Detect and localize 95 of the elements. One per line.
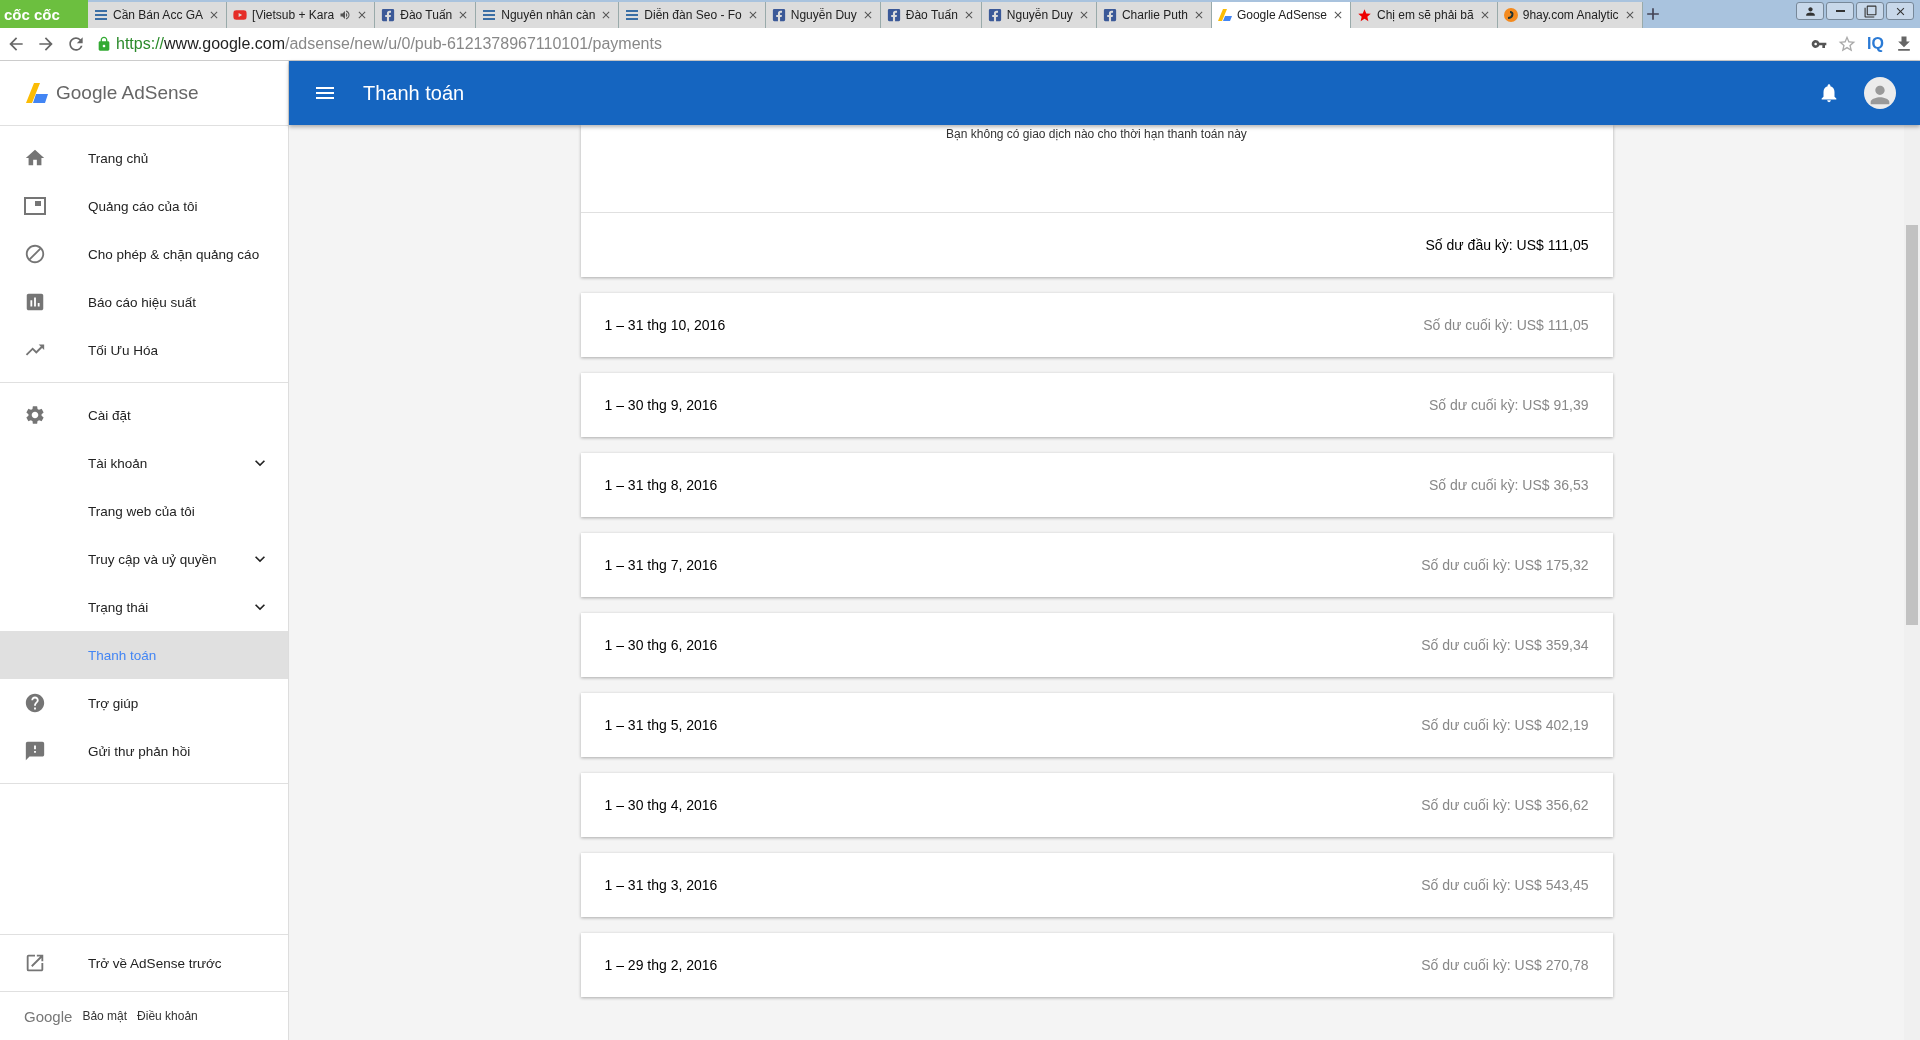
browser-tab[interactable]: Nguyễn Duy [765, 2, 881, 28]
adsense-logo-icon [26, 83, 48, 103]
closing-balance: Số dư cuối kỳ: US$ 543,45 [1421, 877, 1589, 893]
period-card[interactable]: 1 – 31 thg 8, 2016 Số dư cuối kỳ: US$ 36,53 [580, 453, 1613, 517]
footer-logo: Google [24, 1007, 73, 1025]
browser-tab[interactable]: Chị em sẽ phải bã [1351, 2, 1498, 28]
browser-tab[interactable]: Charlie Puth [1096, 2, 1212, 28]
lines-icon [94, 9, 108, 21]
browser-tab[interactable]: Cần Bán Acc GA [88, 2, 228, 28]
browser-tab[interactable]: 9hay.com Analytic [1497, 2, 1643, 28]
facebook-icon [381, 8, 396, 22]
star-icon [1357, 7, 1372, 23]
period-range: 1 – 31 thg 8, 2016 [604, 477, 718, 493]
nav-item[interactable]: Tài khoản [0, 439, 288, 487]
bar-chart-icon [24, 291, 46, 313]
feedback-icon [24, 740, 46, 762]
nav-item[interactable]: Trang chủ [0, 134, 288, 182]
lines-icon [482, 9, 497, 21]
browser-tab[interactable]: Nguyễn Duy [981, 2, 1097, 28]
block-icon [24, 243, 46, 265]
page-title: Thanh toán [363, 81, 466, 105]
browser-tab[interactable]: Google AdSense [1211, 2, 1351, 28]
browser-logo: cốc cốc [0, 0, 88, 28]
period-range: 1 – 30 thg 6, 2016 [604, 637, 718, 653]
period-card[interactable]: 1 – 31 thg 10, 2016 Số dư cuối kỳ: US$ 111,05 [580, 293, 1613, 357]
nav-item[interactable]: Trở về AdSense trước [0, 934, 288, 991]
closing-balance: Số dư cuối kỳ: US$ 91,39 [1428, 397, 1589, 413]
period-card[interactable]: 1 – 31 thg 3, 2016 Số dư cuối kỳ: US$ 543,45 [580, 853, 1613, 917]
period-card[interactable]: 1 – 30 thg 6, 2016 Số dư cuối kỳ: US$ 359,34 [580, 613, 1613, 677]
facebook-icon [1102, 8, 1117, 22]
nav-item[interactable]: Quảng cáo của tôi [0, 182, 288, 230]
period-range: 1 – 29 thg 2, 2016 [604, 957, 718, 973]
nav-item[interactable]: Truy cập và uỷ quyền [0, 535, 288, 583]
closing-balance: Số dư cuối kỳ: US$ 356,62 [1421, 797, 1589, 813]
swirl-icon [1503, 8, 1518, 22]
settings-icon [24, 404, 46, 426]
scrollbar[interactable] [1904, 125, 1920, 1040]
minimize-button[interactable] [1826, 2, 1854, 20]
browser-tab[interactable]: Đào Tuấn [880, 2, 982, 28]
period-card[interactable]: 1 – 29 thg 2, 2016 Số dư cuối kỳ: US$ 270,78 [580, 933, 1613, 997]
browser-tab[interactable]: Diễn đàn Seo - Fo [619, 2, 766, 28]
help-icon [24, 692, 46, 714]
period-range: 1 – 31 thg 7, 2016 [604, 557, 718, 573]
footer-link[interactable]: Điều khoản [137, 1009, 198, 1023]
browser-tab[interactable]: Nguyên nhân càn [476, 2, 620, 28]
closing-balance: Số dư cuối kỳ: US$ 36,53 [1428, 477, 1589, 493]
period-range: 1 – 30 thg 4, 2016 [604, 797, 718, 813]
period-card[interactable]: 1 – 30 thg 4, 2016 Số dư cuối kỳ: US$ 356,62 [580, 773, 1613, 837]
nav-item[interactable]: Báo cáo hiệu suất [0, 278, 288, 326]
closing-balance: Số dư cuối kỳ: US$ 359,34 [1421, 637, 1589, 653]
restore-button[interactable] [1856, 2, 1884, 20]
facebook-icon [886, 8, 901, 22]
minimize-icon [1835, 10, 1845, 12]
period-range: 1 – 31 thg 5, 2016 [604, 717, 718, 733]
period-card[interactable]: 1 – 31 thg 7, 2016 Số dư cuối kỳ: US$ 175,32 [580, 533, 1613, 597]
app-logo: Google AdSense [56, 82, 199, 104]
closing-balance: Số dư cuối kỳ: US$ 402,19 [1421, 717, 1589, 733]
closing-balance: Số dư cuối kỳ: US$ 175,32 [1421, 557, 1589, 573]
play-icon [233, 8, 248, 22]
lines-icon [625, 9, 640, 21]
period-range: 1 – 31 thg 3, 2016 [604, 877, 718, 893]
profile-button[interactable] [1796, 2, 1824, 20]
extension-button[interactable]: IQ [1867, 35, 1884, 53]
facebook-icon [771, 8, 786, 22]
open-external-icon [24, 952, 46, 974]
speaker-icon[interactable] [339, 9, 352, 21]
browser-tab[interactable]: [Vietsub + Kara [227, 2, 376, 28]
closing-balance: Số dư cuối kỳ: US$ 111,05 [1423, 317, 1589, 333]
nav-item[interactable]: Gửi thư phản hồi [0, 727, 288, 775]
close-icon[interactable] [1332, 9, 1344, 21]
facebook-icon [987, 8, 1002, 22]
period-card[interactable]: 1 – 30 thg 9, 2016 Số dư cuối kỳ: US$ 91,39 [580, 373, 1613, 437]
nav-item[interactable]: Cài đặt [0, 391, 288, 439]
period-range: 1 – 31 thg 10, 2016 [604, 317, 726, 333]
period-range: 1 – 30 thg 9, 2016 [604, 397, 718, 413]
refresh-icon[interactable] [66, 34, 86, 54]
period-card[interactable]: 1 – 31 thg 5, 2016 Số dư cuối kỳ: US$ 402,19 [580, 693, 1613, 757]
footer-link[interactable]: Bảo mật [82, 1009, 128, 1023]
browser-tab[interactable]: Đào Tuấn [375, 2, 477, 28]
ad-frame-icon [24, 197, 46, 215]
closing-balance: Số dư cuối kỳ: US$ 270,78 [1421, 957, 1589, 973]
nav-item[interactable]: Trợ giúp [0, 679, 288, 727]
restore-icon [1863, 4, 1877, 18]
person-icon [1803, 4, 1817, 18]
nav-item[interactable]: Trạng thái [0, 583, 288, 631]
url-field[interactable]: https://www.google.com/adsense/new/u/0/pub-6121378967110101/payments [116, 35, 662, 53]
nav-item[interactable]: Tối Ưu Hóa [0, 326, 288, 374]
close-button[interactable] [1886, 2, 1914, 20]
lock-icon [96, 36, 112, 52]
nav-item[interactable]: Cho phép & chặn quảng cáo [0, 230, 288, 278]
empty-message: Bạn không có giao dịch nào cho thời hạn thanh toán này [946, 127, 1247, 141]
adsense-icon [1217, 8, 1232, 22]
nav-item[interactable]: Trang web của tôi [0, 487, 288, 535]
avatar[interactable] [1864, 77, 1896, 109]
opening-balance: Số dư đầu kỳ: US$ 111,05 [1425, 237, 1589, 253]
